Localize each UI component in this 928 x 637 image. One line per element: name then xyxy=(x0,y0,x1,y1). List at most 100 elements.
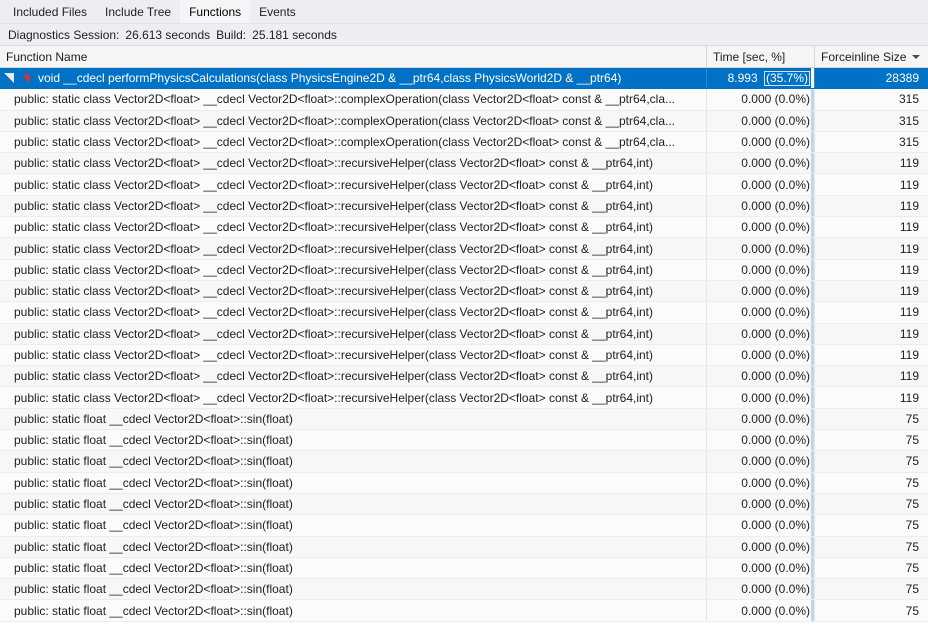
cell-forceinline-size: 315 xyxy=(815,89,928,109)
cell-forceinline-size: 28389 xyxy=(815,68,928,88)
cell-function-name: public: static float __cdecl Vector2D<fl… xyxy=(0,579,707,599)
time-bar-indicator xyxy=(811,302,814,322)
cell-function-name: public: static class Vector2D<float> __c… xyxy=(0,345,707,365)
function-signature: public: static float __cdecl Vector2D<fl… xyxy=(14,582,293,596)
table-row[interactable]: public: static class Vector2D<float> __c… xyxy=(0,302,928,323)
column-header-forceinline-size[interactable]: Forceinline Size xyxy=(815,46,928,67)
time-seconds-value: 0.000 xyxy=(741,561,771,575)
cell-time: 0.000 (0.0%) xyxy=(707,579,815,599)
time-bar-indicator xyxy=(811,515,814,535)
forceinline-size-value: 119 xyxy=(900,327,919,341)
cell-function-name: public: static class Vector2D<float> __c… xyxy=(0,89,707,109)
time-percent-value: (0.0%) xyxy=(775,561,810,575)
table-row[interactable]: public: static class Vector2D<float> __c… xyxy=(0,153,928,174)
time-seconds-value: 0.000 xyxy=(741,518,771,532)
cell-time: 0.000 (0.0%) xyxy=(707,387,815,407)
build-value: 25.181 seconds xyxy=(252,28,337,42)
table-row[interactable]: public: static class Vector2D<float> __c… xyxy=(0,238,928,259)
cell-time: 0.000 (0.0%) xyxy=(707,89,815,109)
tab-events[interactable]: Events xyxy=(250,0,305,23)
function-signature: public: static class Vector2D<float> __c… xyxy=(14,114,675,128)
cell-forceinline-size: 75 xyxy=(815,537,928,557)
table-row[interactable]: public: static class Vector2D<float> __c… xyxy=(0,132,928,153)
time-percent-value: (0.0%) xyxy=(775,412,810,426)
time-percent-value: (0.0%) xyxy=(775,114,810,128)
table-row[interactable]: public: static class Vector2D<float> __c… xyxy=(0,174,928,195)
table-row[interactable]: public: static float __cdecl Vector2D<fl… xyxy=(0,515,928,536)
time-seconds-value: 8.993 xyxy=(728,71,758,85)
cell-function-name: public: static class Vector2D<float> __c… xyxy=(0,324,707,344)
table-row[interactable]: public: static float __cdecl Vector2D<fl… xyxy=(0,473,928,494)
function-signature: public: static class Vector2D<float> __c… xyxy=(14,369,653,383)
forceinline-size-value: 119 xyxy=(900,369,919,383)
table-row[interactable]: void __cdecl performPhysicsCalculations(… xyxy=(0,68,928,89)
tab-included-files[interactable]: Included Files xyxy=(4,0,96,23)
time-percent-value: (0.0%) xyxy=(775,199,810,213)
cell-forceinline-size: 119 xyxy=(815,366,928,386)
time-percent-value: (0.0%) xyxy=(775,604,810,618)
grid-body[interactable]: void __cdecl performPhysicsCalculations(… xyxy=(0,68,928,637)
cell-time: 0.000 (0.0%) xyxy=(707,345,815,365)
table-row[interactable]: public: static float __cdecl Vector2D<fl… xyxy=(0,558,928,579)
time-seconds-value: 0.000 xyxy=(741,582,771,596)
cell-function-name: public: static float __cdecl Vector2D<fl… xyxy=(0,515,707,535)
table-row[interactable]: public: static float __cdecl Vector2D<fl… xyxy=(0,451,928,472)
table-row[interactable]: public: static class Vector2D<float> __c… xyxy=(0,281,928,302)
column-header-label: Time [sec, %] xyxy=(713,50,785,64)
cell-function-name: public: static float __cdecl Vector2D<fl… xyxy=(0,558,707,578)
table-row[interactable]: public: static class Vector2D<float> __c… xyxy=(0,324,928,345)
table-row[interactable]: public: static float __cdecl Vector2D<fl… xyxy=(0,537,928,558)
function-signature: public: static class Vector2D<float> __c… xyxy=(14,327,653,341)
table-row[interactable]: public: static float __cdecl Vector2D<fl… xyxy=(0,409,928,430)
cell-forceinline-size: 119 xyxy=(815,196,928,216)
table-row[interactable]: public: static class Vector2D<float> __c… xyxy=(0,196,928,217)
cell-forceinline-size: 119 xyxy=(815,387,928,407)
cell-time: 8.993 (35.7%) xyxy=(707,68,815,88)
time-percent-value: (0.0%) xyxy=(775,348,810,362)
time-seconds-value: 0.000 xyxy=(741,284,771,298)
column-header-time[interactable]: Time [sec, %] xyxy=(707,46,815,67)
table-row[interactable]: public: static float __cdecl Vector2D<fl… xyxy=(0,579,928,600)
tab-functions[interactable]: Functions xyxy=(180,0,250,23)
forceinline-size-value: 119 xyxy=(900,348,919,362)
triangle-glyph xyxy=(4,73,14,83)
cell-function-name: public: static float __cdecl Vector2D<fl… xyxy=(0,473,707,493)
table-row[interactable]: public: static class Vector2D<float> __c… xyxy=(0,111,928,132)
expander-expanded-icon[interactable] xyxy=(0,73,18,83)
table-row[interactable]: public: static float __cdecl Vector2D<fl… xyxy=(0,430,928,451)
time-percent-value: (0.0%) xyxy=(775,242,810,256)
function-signature: public: static class Vector2D<float> __c… xyxy=(14,242,653,256)
build-label: Build: xyxy=(216,28,246,42)
cell-forceinline-size: 75 xyxy=(815,579,928,599)
cell-function-name: public: static class Vector2D<float> __c… xyxy=(0,260,707,280)
tab-include-tree[interactable]: Include Tree xyxy=(96,0,180,23)
cell-function-name: public: static class Vector2D<float> __c… xyxy=(0,153,707,173)
forceinline-size-value: 75 xyxy=(906,518,919,532)
table-row[interactable]: public: static float __cdecl Vector2D<fl… xyxy=(0,494,928,515)
forceinline-size-value: 75 xyxy=(906,454,919,468)
table-row[interactable]: public: static class Vector2D<float> __c… xyxy=(0,387,928,408)
time-seconds-value: 0.000 xyxy=(741,220,771,234)
table-row[interactable]: public: static class Vector2D<float> __c… xyxy=(0,89,928,110)
time-percent-value: (0.0%) xyxy=(775,178,810,192)
function-signature: public: static float __cdecl Vector2D<fl… xyxy=(14,561,293,575)
forceinline-size-value: 119 xyxy=(900,263,919,277)
table-row[interactable]: public: static class Vector2D<float> __c… xyxy=(0,260,928,281)
table-row[interactable]: public: static class Vector2D<float> __c… xyxy=(0,366,928,387)
cell-function-name: public: static class Vector2D<float> __c… xyxy=(0,217,707,237)
spacer xyxy=(758,71,761,85)
table-row[interactable]: public: static float __cdecl Vector2D<fl… xyxy=(0,600,928,621)
table-row[interactable]: public: static class Vector2D<float> __c… xyxy=(0,345,928,366)
cell-forceinline-size: 75 xyxy=(815,600,928,620)
diagnostics-info-bar: Diagnostics Session: 26.613 seconds Buil… xyxy=(0,24,928,46)
cell-function-name: public: static float __cdecl Vector2D<fl… xyxy=(0,537,707,557)
time-bar-indicator xyxy=(811,345,814,365)
function-signature: public: static class Vector2D<float> __c… xyxy=(14,348,653,362)
time-percent-value: (0.0%) xyxy=(775,92,810,106)
column-header-function-name[interactable]: Function Name xyxy=(0,46,707,67)
table-row[interactable]: public: static class Vector2D<float> __c… xyxy=(0,217,928,238)
function-signature: public: static float __cdecl Vector2D<fl… xyxy=(14,540,293,554)
cell-time: 0.000 (0.0%) xyxy=(707,537,815,557)
cell-time: 0.000 (0.0%) xyxy=(707,260,815,280)
forceinline-size-value: 75 xyxy=(906,604,919,618)
